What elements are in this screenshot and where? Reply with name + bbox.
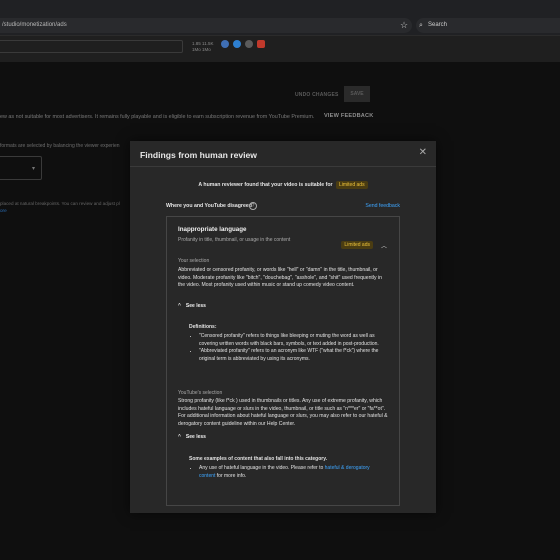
chevron-up-icon: ^ — [178, 434, 181, 440]
learn-more-link[interactable]: ore — [0, 208, 7, 213]
dialog-header: Findings from human review ✕ — [130, 141, 436, 167]
your-selection-heading: Your selection — [178, 258, 210, 264]
definition-item: "Abbreviated profanity" refers to an acr… — [199, 348, 385, 363]
card-title: Inappropriate language — [178, 226, 247, 233]
close-icon[interactable]: ✕ — [419, 148, 427, 158]
youtube-selection-heading: YouTube's selection — [178, 390, 223, 396]
disagreement-row: Where you and YouTube disagreed ? Send f… — [166, 202, 400, 212]
studio-search-input[interactable] — [0, 40, 183, 53]
studio-icon-group — [221, 40, 265, 48]
chevron-up-icon[interactable]: ︿ — [381, 241, 387, 250]
review-summary: A human reviewer found that your video i… — [130, 181, 436, 189]
definitions-heading: Definitions: — [189, 324, 217, 330]
send-feedback-link[interactable]: Send feedback — [365, 203, 400, 209]
summary-badge: Limited ads — [336, 181, 368, 189]
search-label: Search — [428, 22, 448, 28]
dialog-title: Findings from human review — [140, 150, 257, 160]
help-icon[interactable]: ? — [249, 202, 257, 210]
finding-card: Inappropriate language Profanity in titl… — [166, 216, 400, 506]
human-review-dialog: Findings from human review ✕ A human rev… — [130, 141, 436, 513]
examples-block: Some examples of content that also fall … — [189, 456, 385, 480]
see-less-button[interactable]: ^ See less — [178, 434, 206, 440]
caret-down-icon: ▾ — [31, 166, 35, 172]
browser-toolbar: /studio/monetization/ads ☆ ⌕ Search — [0, 0, 560, 36]
undo-changes-button[interactable]: UNDO CHANGES — [295, 92, 339, 98]
globe-icon[interactable] — [233, 40, 241, 48]
ad-formats-text: formats are selected by balancing the vi… — [0, 143, 120, 149]
youtube-selection-body: Strong profanity (like f*ck ) used in th… — [178, 398, 388, 428]
ad-breaks-text: placed at natural breakpoints. You can r… — [0, 201, 120, 206]
notification-icon[interactable] — [257, 40, 265, 48]
monetization-status-text: ew as not suitable for most advertisers.… — [0, 114, 315, 120]
disagreement-label: Where you and YouTube disagreed — [166, 203, 252, 209]
browser-search-input[interactable]: ⌕ Search — [416, 18, 560, 33]
translate-icon[interactable] — [221, 40, 229, 48]
bookmark-star-icon[interactable]: ☆ — [400, 19, 408, 31]
see-less-button[interactable]: ^ See less — [178, 303, 206, 309]
extension-icon[interactable] — [245, 40, 253, 48]
chevron-up-icon: ^ — [178, 303, 181, 309]
examples-heading: Some examples of content that also fall … — [189, 456, 327, 462]
search-icon: ⌕ — [419, 22, 423, 29]
card-subtitle: Profanity in title, thumbnail, or usage … — [178, 237, 291, 243]
address-bar[interactable]: /studio/monetization/ads — [0, 18, 412, 33]
example-item: Any use of hateful language in the video… — [199, 465, 385, 480]
ad-format-select[interactable]: ▾ — [0, 156, 42, 180]
your-selection-body: Abbreviated or censored profanity, or wo… — [178, 267, 382, 289]
definition-item: "Censored profanity" refers to things li… — [199, 333, 385, 348]
view-feedback-button[interactable]: VIEW FEEDBACK — [324, 113, 374, 119]
summary-text: A human reviewer found that your video i… — [198, 182, 333, 188]
studio-stats: 1.85 11.5K 1Mo 1Mo — [192, 41, 214, 52]
save-button[interactable]: SAVE — [344, 86, 370, 102]
card-badge: Limited ads — [341, 241, 373, 249]
definitions-block: Definitions: "Censored profanity" refers… — [189, 324, 385, 363]
